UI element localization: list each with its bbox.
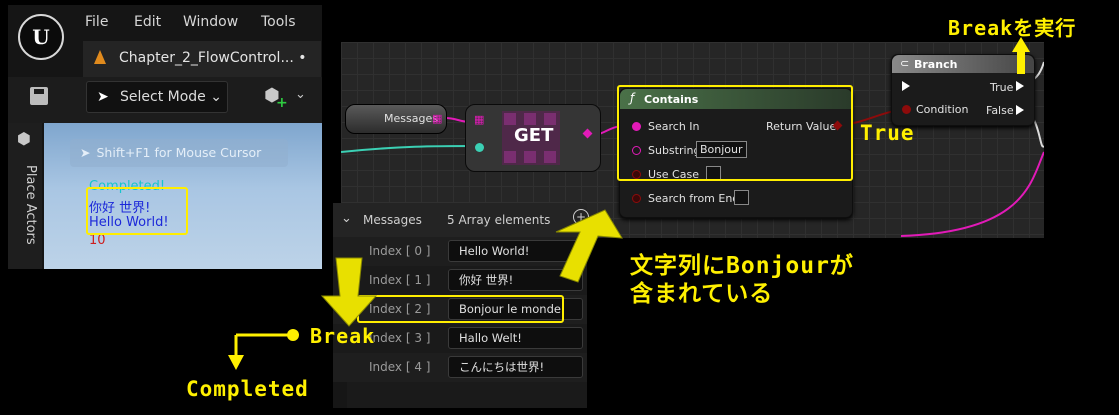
annotation-break: Break [310,324,376,348]
annotation-contains-line2: 含まれている [630,281,774,307]
annotation-true: True [860,121,915,145]
annotation-break-exec: Breakを実行 [948,16,1077,40]
annotation-arrows [228,37,1030,370]
annotation-completed: Completed [186,377,309,401]
